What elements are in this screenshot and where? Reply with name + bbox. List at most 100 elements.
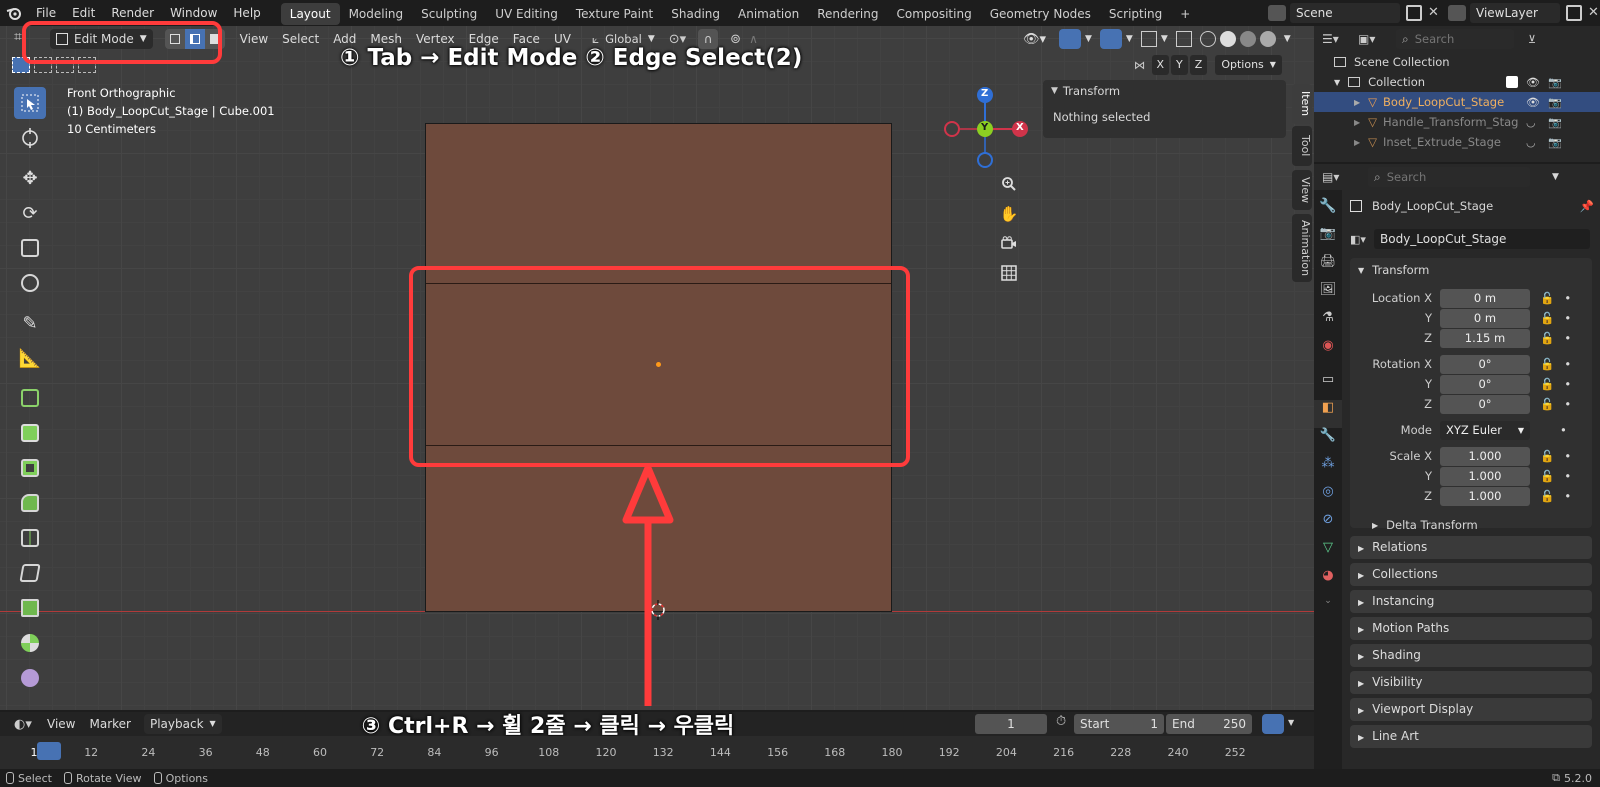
menu-select[interactable]: Select: [275, 26, 326, 52]
outliner-search-input[interactable]: [1414, 32, 1495, 46]
tab-item[interactable]: Item: [1292, 84, 1312, 124]
viewport-display-panel[interactable]: ▶ Viewport Display: [1350, 698, 1592, 721]
keyframe-dot-icon[interactable]: •: [1564, 331, 1571, 345]
transform-orientation[interactable]: ⟀ Global ▼: [592, 29, 655, 49]
tab-layout[interactable]: Layout: [280, 3, 340, 25]
menu-view[interactable]: View: [233, 26, 275, 52]
properties-search-input[interactable]: [1386, 170, 1507, 184]
camera-render-icon[interactable]: 📷: [1548, 116, 1562, 129]
object-datablock-icon[interactable]: ◧▾: [1350, 233, 1374, 246]
select-box-tool[interactable]: [14, 87, 46, 119]
outliner-search[interactable]: ⌕: [1396, 29, 1514, 49]
zoom-icon[interactable]: [997, 172, 1021, 196]
xray-icon[interactable]: [1175, 31, 1192, 47]
keyframe-dot-icon[interactable]: •: [1564, 469, 1571, 483]
chevron-down-icon[interactable]: ▼: [1552, 172, 1559, 182]
falloff-icon[interactable]: ∧: [749, 32, 758, 46]
rotation-z-field[interactable]: 0°: [1440, 394, 1530, 414]
lock-icon[interactable]: 🔓: [1540, 397, 1554, 411]
scene-tab-icon[interactable]: ⚗: [1314, 310, 1342, 338]
chevron-down-icon[interactable]: ⌄: [1314, 596, 1342, 616]
view-layer-field[interactable]: ViewLayer: [1470, 3, 1560, 23]
view-layer-tab-icon[interactable]: 🖼: [1314, 282, 1342, 310]
physics-tab-icon[interactable]: ◎: [1314, 484, 1342, 512]
camera-render-icon[interactable]: 📷: [1548, 136, 1562, 149]
keyframe-dot-icon[interactable]: •: [1564, 489, 1571, 503]
scene-field[interactable]: Scene: [1290, 3, 1400, 23]
loop-cut-tool[interactable]: [14, 522, 46, 554]
tab-scripting[interactable]: Scripting: [1100, 3, 1171, 25]
motion-paths-panel[interactable]: ▶ Motion Paths: [1350, 617, 1592, 640]
chevron-right-icon[interactable]: ▶: [1354, 118, 1360, 127]
menu-face[interactable]: Face: [506, 26, 547, 52]
copy-view-layer-icon[interactable]: [1566, 5, 1582, 21]
chevron-down-icon[interactable]: ▼: [1161, 34, 1168, 44]
properties-editor-icon[interactable]: ▤▾: [1322, 170, 1352, 184]
mirror-z-toggle[interactable]: Z: [1189, 55, 1208, 75]
snap-icon[interactable]: ∩: [698, 29, 719, 49]
eye-hidden-icon[interactable]: ◡: [1526, 116, 1536, 129]
rendered-shading-icon[interactable]: [1259, 31, 1276, 47]
outliner-item-inset[interactable]: ▶ ▽ Inset_Extrude_Stage ◡ 📷: [1314, 132, 1600, 152]
object-tab-icon[interactable]: ◧: [1314, 400, 1342, 428]
chevron-down-icon[interactable]: ▼: [1334, 78, 1340, 87]
outliner-item-body[interactable]: ▶ ▽ Body_LoopCut_Stage 👁 📷: [1314, 92, 1600, 112]
smooth-tool[interactable]: [14, 662, 46, 694]
shading-panel[interactable]: ▶ Shading: [1350, 644, 1592, 667]
measure-tool[interactable]: 📐: [14, 342, 46, 374]
outliner-item-handle[interactable]: ▶ ▽ Handle_Transform_Stag ◡ 📷: [1314, 112, 1600, 132]
chevron-down-icon[interactable]: ▼: [1085, 34, 1092, 44]
keyframe-dot-icon[interactable]: •: [1564, 377, 1571, 391]
bevel-tool[interactable]: [14, 487, 46, 519]
tab-compositing[interactable]: Compositing: [887, 3, 980, 25]
menu-vertex[interactable]: Vertex: [409, 26, 462, 52]
add-workspace-button[interactable]: +: [1171, 3, 1199, 25]
world-tab-icon[interactable]: ◉: [1314, 338, 1342, 366]
location-z-field[interactable]: 1.15 m: [1440, 328, 1530, 348]
cursor-tool[interactable]: [14, 122, 46, 154]
mesh-overlay-icon[interactable]: [1140, 31, 1157, 47]
mirror-x-toggle[interactable]: X: [1151, 55, 1170, 75]
current-frame-field[interactable]: 1: [975, 714, 1047, 734]
delta-transform-subpanel[interactable]: ▶ Delta Transform: [1350, 514, 1592, 536]
scale-tool[interactable]: [14, 232, 46, 264]
camera-icon[interactable]: [997, 231, 1021, 255]
transform-panel-header[interactable]: ▼ Transform: [1350, 258, 1592, 282]
line-art-panel[interactable]: ▶ Line Art: [1350, 725, 1592, 748]
tab-animation[interactable]: Animation: [729, 3, 808, 25]
knife-tool[interactable]: [14, 557, 46, 589]
timeline-editor-icon[interactable]: ◐▾: [14, 717, 40, 732]
spin-tool[interactable]: [14, 627, 46, 659]
lock-icon[interactable]: 🔓: [1540, 469, 1554, 483]
transform-tool[interactable]: [14, 267, 46, 299]
visibility-panel[interactable]: ▶ Visibility: [1350, 671, 1592, 694]
rotation-x-field[interactable]: 0°: [1440, 354, 1530, 374]
mirror-y-toggle[interactable]: Y: [1171, 55, 1188, 75]
modifier-tab-icon[interactable]: 🔧: [1314, 428, 1342, 456]
eye-icon[interactable]: 👁: [1526, 96, 1540, 109]
tab-texture-paint[interactable]: Texture Paint: [567, 3, 662, 25]
keying-icon[interactable]: [1262, 714, 1284, 734]
solid-shading-icon[interactable]: [1219, 31, 1236, 47]
rotation-y-field[interactable]: 0°: [1440, 374, 1530, 394]
3d-viewport[interactable]: Front Orthographic (1) Body_LoopCut_Stag…: [0, 26, 1314, 710]
constraints-tab-icon[interactable]: ⊘: [1314, 512, 1342, 540]
proportional-edit-icon[interactable]: ⊚: [730, 32, 741, 47]
properties-search[interactable]: ⌕: [1368, 167, 1530, 187]
annotate-tool[interactable]: ✎: [14, 307, 46, 339]
chevron-right-icon[interactable]: ▶: [1354, 138, 1360, 147]
rotate-tool[interactable]: ⟳: [14, 197, 46, 229]
tab-tool[interactable]: Tool: [1292, 126, 1312, 166]
overlay-toggle-icon[interactable]: [1099, 29, 1122, 49]
camera-render-icon[interactable]: 📷: [1548, 76, 1562, 89]
move-tool[interactable]: ✥: [14, 162, 46, 194]
outliner-collection[interactable]: ▼ Collection 👁 📷: [1314, 72, 1600, 92]
chevron-down-icon[interactable]: ▼: [1288, 718, 1294, 727]
keyframe-dot-icon[interactable]: •: [1564, 291, 1571, 305]
add-cube-tool[interactable]: [14, 382, 46, 414]
tab-shading[interactable]: Shading: [662, 3, 729, 25]
tab-modeling[interactable]: Modeling: [340, 3, 413, 25]
display-mode-icon[interactable]: ▣▾: [1358, 32, 1388, 46]
location-y-field[interactable]: 0 m: [1440, 308, 1530, 328]
tool-tab-icon[interactable]: 🔧: [1314, 198, 1342, 226]
